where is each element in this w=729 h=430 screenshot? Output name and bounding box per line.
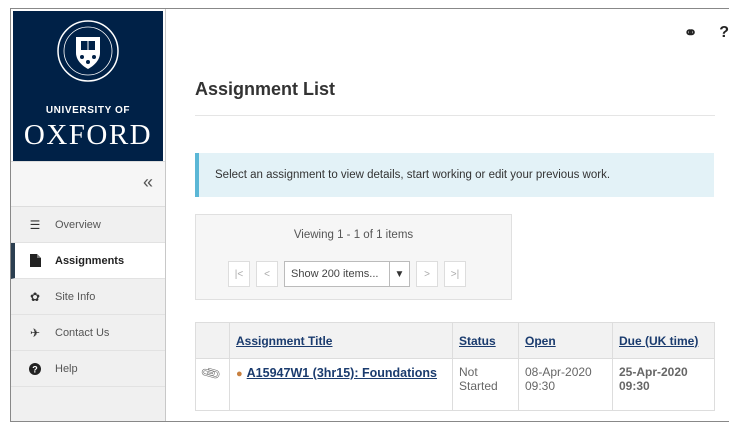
paperclip-icon: 📎︎ bbox=[198, 361, 223, 385]
first-page-button[interactable]: |< bbox=[228, 261, 250, 287]
header-attachment bbox=[195, 322, 230, 359]
sidebar-item-label: Assignments bbox=[55, 254, 125, 267]
header-assignment-title[interactable]: Assignment Title bbox=[229, 322, 453, 359]
help-question-icon[interactable]: ? bbox=[719, 24, 729, 42]
prev-page-button[interactable]: < bbox=[256, 261, 278, 287]
open-date-cell: 08-Apr-2020 09:30 bbox=[518, 358, 613, 411]
main-content: ⚭ ? Assignment List Select an assignment… bbox=[167, 9, 729, 421]
sidebar-item-label: Contact Us bbox=[55, 326, 110, 339]
pager: Viewing 1 - 1 of 1 items |< < Show 200 i… bbox=[195, 214, 512, 300]
sidebar-item-help[interactable]: ? Help bbox=[11, 351, 165, 387]
collapse-bar: « bbox=[11, 161, 165, 207]
page-size-value: Show 200 items... bbox=[291, 268, 379, 280]
sidebar-item-contact-us[interactable]: ✈ Contact Us bbox=[11, 315, 165, 351]
send-icon: ✈ bbox=[29, 325, 41, 340]
top-toolbar: ⚭ ? bbox=[684, 23, 729, 43]
assignment-link[interactable]: A15947W1 (3hr15): Foundations bbox=[247, 365, 437, 381]
svg-text:?: ? bbox=[32, 364, 38, 374]
pager-controls: |< < Show 200 items... ▼ > >| bbox=[228, 261, 466, 287]
header-open[interactable]: Open bbox=[518, 322, 613, 359]
gear-icon: ✿ bbox=[29, 289, 41, 304]
status-cell: Not Started bbox=[452, 358, 519, 411]
sidebar-item-label: Overview bbox=[55, 218, 101, 231]
collapse-sidebar-icon[interactable]: « bbox=[143, 172, 153, 193]
info-message: Select an assignment to view details, st… bbox=[195, 153, 714, 197]
table-header-row: Assignment Title Status Open Due (UK tim… bbox=[195, 322, 715, 359]
logo-oxford: OXFORD bbox=[23, 119, 153, 151]
sidebar-item-assignments[interactable]: Assignments bbox=[11, 243, 165, 279]
header-due[interactable]: Due (UK time) bbox=[612, 322, 715, 359]
title-divider bbox=[195, 115, 715, 116]
list-icon: ☰ bbox=[29, 217, 41, 232]
table-row: 📎︎ ● A15947W1 (3hr15): Foundations Not St… bbox=[195, 358, 715, 411]
university-logo[interactable]: UNIVERSITY OF OXFORD bbox=[13, 11, 163, 161]
last-page-button[interactable]: >| bbox=[444, 261, 466, 287]
assignment-title-cell: ● A15947W1 (3hr15): Foundations bbox=[229, 358, 453, 411]
header-status[interactable]: Status bbox=[452, 322, 519, 359]
sidebar: UNIVERSITY OF OXFORD « ☰ Overview Assign… bbox=[11, 9, 166, 421]
person-icon: ● bbox=[236, 368, 243, 380]
document-icon bbox=[27, 254, 43, 267]
sidebar-item-label: Help bbox=[55, 362, 78, 375]
sidebar-item-site-info[interactable]: ✿ Site Info bbox=[11, 279, 165, 315]
page-size-select[interactable]: Show 200 items... ▼ bbox=[284, 261, 410, 287]
chevron-down-icon: ▼ bbox=[389, 262, 409, 286]
portal-frame: UNIVERSITY OF OXFORD « ☰ Overview Assign… bbox=[10, 8, 729, 422]
pager-viewing-text: Viewing 1 - 1 of 1 items bbox=[293, 229, 414, 241]
attachment-cell: 📎︎ bbox=[195, 358, 230, 411]
logo-university-of: UNIVERSITY OF bbox=[45, 105, 131, 116]
help-icon: ? bbox=[27, 362, 43, 375]
page-title: Assignment List bbox=[195, 79, 336, 99]
next-page-button[interactable]: > bbox=[416, 261, 438, 287]
crest-icon bbox=[57, 20, 119, 82]
sidebar-nav: ☰ Overview Assignments ✿ Site Info ✈ Con… bbox=[11, 207, 165, 421]
due-date-cell: 25-Apr-2020 09:30 bbox=[612, 358, 715, 411]
sidebar-item-overview[interactable]: ☰ Overview bbox=[11, 207, 165, 243]
link-icon[interactable]: ⚭ bbox=[684, 23, 697, 43]
assignment-table: Assignment Title Status Open Due (UK tim… bbox=[195, 322, 715, 411]
sidebar-item-label: Site Info bbox=[55, 290, 96, 303]
info-message-text: Select an assignment to view details, st… bbox=[215, 169, 611, 181]
